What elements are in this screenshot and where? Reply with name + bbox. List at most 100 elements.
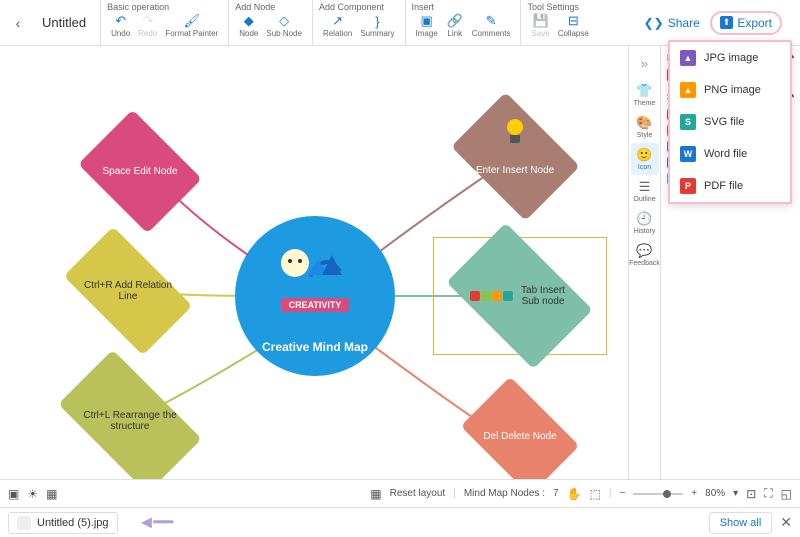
theme-icon: 👕 [636,83,652,99]
reset-layout-button[interactable]: Reset layout [390,488,446,499]
save-icon: 💾 [532,13,550,29]
creativity-banner: CREATIVITY [281,298,350,312]
comments-icon: ✎ [482,13,500,29]
summary-button[interactable]: }Summary [356,13,398,38]
rail-collapse[interactable]: » [637,52,652,75]
download-chip[interactable]: Untitled (5).jpg [8,512,118,534]
sub-node-button[interactable]: ◇Sub Node [262,13,306,38]
export-option-pdf-file[interactable]: P PDF file [670,170,790,202]
node-label: Ctrl+L Rearrange the structure [80,410,180,432]
node-ctrl-l[interactable]: Ctrl+L Rearrange the structure [40,366,220,476]
zoom-dropdown-icon[interactable]: ▾ [733,488,738,499]
export-option-icon: P [680,178,696,194]
collapse-icon: ⊟ [564,13,582,29]
icon-icon: 🙂 [636,147,652,163]
export-option-svg-file[interactable]: SSVG file [670,106,790,138]
node-label: Ctrl+R Add Relation Line [78,280,178,302]
export-option-png-image[interactable]: ▲PNG image [670,74,790,106]
fit-icon[interactable]: ⊡ [746,487,756,501]
relation-icon: ↗ [329,13,347,29]
undo-icon: ↶ [112,13,130,29]
node-button[interactable]: ◆Node [235,13,262,38]
share-label: Share [668,16,700,30]
fullscreen-icon[interactable]: ◱ [781,487,792,501]
image-button[interactable]: ▣Image [412,13,442,38]
toolbar-item-label: Undo [111,29,130,38]
relation-button[interactable]: ↗Relation [319,13,356,38]
file-icon [17,516,31,530]
export-option-label: Word file [704,148,747,160]
undo-button[interactable]: ↶Undo [107,13,134,38]
history-icon: 🕘 [636,211,652,227]
nodes-count-value: 7 [553,488,559,499]
reset-layout-icon: ▦ [370,487,381,501]
save-button[interactable]: 💾Save [527,13,553,38]
right-rail: » 👕Theme🎨Style🙂Icon☰Outline🕘History💬Feed… [628,46,660,479]
zoom-out-button[interactable]: − [619,488,625,499]
toolbar-group-add-node: Add Node◆Node◇Sub Node [228,0,312,45]
outline-icon: ☰ [639,179,651,195]
toolbar-item-label: Sub Node [266,29,302,38]
statusbar: ▣ ☀ ▦ ▦ Reset layout | Mind Map Nodes : … [0,479,800,507]
image-icon: ▣ [418,13,436,29]
toolbar-item-label: Format Painter [165,29,218,38]
export-option-icon: ▲ [680,50,696,66]
toolbar-item-label: Link [447,29,462,38]
toolbar-item-label: Image [416,29,438,38]
toolbar-item-label: Redo [138,29,157,38]
export-option-jpg-image[interactable]: ▲JPG image [670,42,790,74]
zoom-slider[interactable] [633,493,683,495]
group-title: Add Component [319,2,399,12]
share-button[interactable]: ❮❯ Share [644,16,700,30]
center-node[interactable]: CREATIVITY Creative Mind Map [235,216,395,376]
show-all-button[interactable]: Show all [709,512,773,534]
export-menu: ▲JPG image▲PNG imageSSVG fileWWord fileP… [668,40,792,204]
node-enter[interactable]: Enter Insert Node [440,101,590,211]
arrow-indicator-icon: ◄━━ [138,512,172,533]
node-ctrl-r[interactable]: Ctrl+R Add Relation Line [48,241,208,341]
grid-icon[interactable]: ▦ [46,487,57,501]
download-filename: Untitled (5).jpg [37,517,109,529]
export-option-label: SVG file [704,116,744,128]
zoom-in-button[interactable]: + [691,488,697,499]
close-download-bar[interactable]: ✕ [780,514,792,531]
node-tab[interactable]: Tab Insert Sub node [432,236,608,356]
format-painter-button[interactable]: 🖌Format Painter [161,13,222,38]
rail-label: Feedback [629,260,660,267]
back-button[interactable]: ‹ [8,0,28,45]
group-title: Basic operation [107,2,222,12]
link-button[interactable]: 🔗Link [442,13,468,38]
export-label: Export [737,16,772,30]
expand-icon[interactable]: ⛶ [764,486,772,501]
export-option-word-file[interactable]: WWord file [670,138,790,170]
group-title: Tool Settings [527,2,592,12]
export-option-label: PDF file [704,180,743,192]
rail-style[interactable]: 🎨Style [631,111,659,143]
toolbar-item-label: Save [531,29,549,38]
redo-button[interactable]: ↷Redo [134,13,161,38]
cursor-icon[interactable]: ⬚ [590,487,601,501]
export-button[interactable]: ⬆ Export [710,11,782,35]
image-icon[interactable]: ▣ [8,487,19,501]
download-bar: Untitled (5).jpg ◄━━ Show all ✕ [0,507,800,537]
toolbar-item-label: Summary [360,29,394,38]
toolbar-group-insert: Insert▣Image🔗Link✎Comments [405,0,521,45]
node-icon: ◆ [240,13,258,29]
collapse-button[interactable]: ⊟Collapse [554,13,593,38]
rail-outline[interactable]: ☰Outline [631,175,659,207]
mindmap-canvas[interactable]: Space Edit Node Ctrl+R Add Relation Line… [0,46,628,479]
document-title[interactable]: Untitled [28,0,100,45]
feedback-icon: 💬 [636,243,652,259]
chevron-left-icon: ‹ [16,15,21,31]
rail-history[interactable]: 🕘History [631,207,659,239]
rail-label: Outline [633,196,655,203]
hand-icon[interactable]: ✋ [567,487,582,501]
sun-icon[interactable]: ☀ [27,487,38,501]
comments-button[interactable]: ✎Comments [468,13,515,38]
node-label: Space Edit Node [102,166,177,177]
rail-icon[interactable]: 🙂Icon [631,143,659,175]
node-del[interactable]: Del Delete Node [450,386,590,486]
rail-feedback[interactable]: 💬Feedback [631,239,659,271]
rail-theme[interactable]: 👕Theme [631,79,659,111]
node-space-edit[interactable]: Space Edit Node [70,116,210,226]
